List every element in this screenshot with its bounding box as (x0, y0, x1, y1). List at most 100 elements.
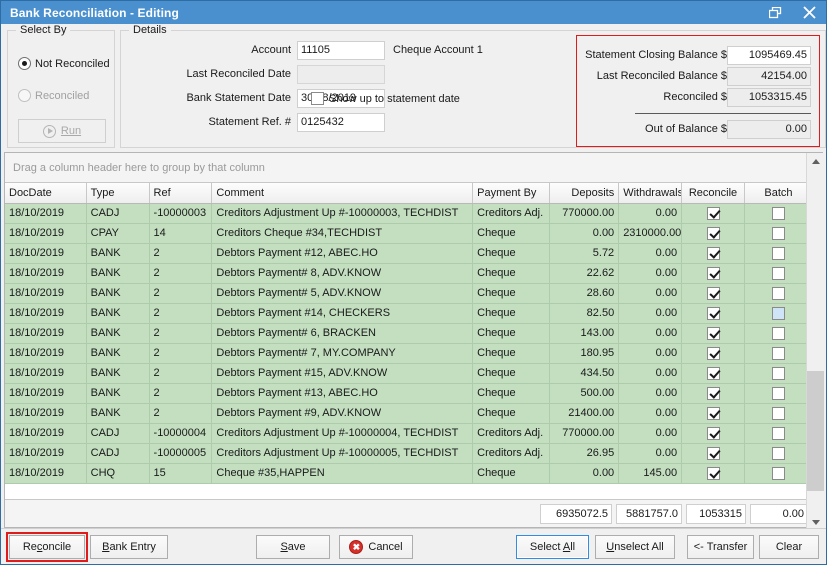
reconcile-checkbox[interactable] (707, 267, 720, 280)
grid-vertical-scrollbar[interactable] (806, 153, 823, 531)
radio-reconciled[interactable]: Reconciled (18, 89, 89, 102)
cell-batch[interactable] (744, 443, 812, 463)
show-up-to-statement-date-checkbox[interactable]: Show up to statement date (311, 92, 460, 105)
col-header-docdate[interactable]: DocDate (5, 183, 86, 203)
table-row[interactable]: 18/10/2019BANK2Debtors Payment #13, ABEC… (5, 383, 813, 403)
batch-checkbox[interactable] (772, 467, 785, 480)
table-row[interactable]: 18/10/2019BANK2Debtors Payment# 6, BRACK… (5, 323, 813, 343)
table-row[interactable]: 18/10/2019BANK2Debtors Payment #14, CHEC… (5, 303, 813, 323)
reconcile-checkbox[interactable] (707, 447, 720, 460)
col-header-comment[interactable]: Comment (212, 183, 473, 203)
statement-closing-balance-input[interactable]: 1095469.45 (727, 46, 811, 65)
cell-reconcile[interactable] (682, 363, 745, 383)
batch-checkbox[interactable] (772, 307, 785, 320)
batch-checkbox[interactable] (772, 407, 785, 420)
group-by-dropzone[interactable]: Drag a column header here to group by th… (5, 153, 822, 183)
cell-reconcile[interactable] (682, 203, 745, 223)
cell-batch[interactable] (744, 263, 812, 283)
batch-checkbox[interactable] (772, 287, 785, 300)
cell-reconcile[interactable] (682, 303, 745, 323)
cell-reconcile[interactable] (682, 343, 745, 363)
col-header-deposits[interactable]: Deposits (550, 183, 619, 203)
cancel-button[interactable]: ✖ Cancel (339, 535, 413, 559)
restore-icon[interactable] (758, 1, 792, 24)
table-row[interactable]: 18/10/2019BANK2Debtors Payment# 7, MY.CO… (5, 343, 813, 363)
batch-checkbox[interactable] (772, 387, 785, 400)
scrollbar-thumb[interactable] (807, 371, 824, 491)
batch-checkbox[interactable] (772, 447, 785, 460)
batch-checkbox[interactable] (772, 267, 785, 280)
reconcile-checkbox[interactable] (707, 247, 720, 260)
table-row[interactable]: 18/10/2019BANK2Debtors Payment #9, ADV.K… (5, 403, 813, 423)
cell-reconcile[interactable] (682, 383, 745, 403)
cell-batch[interactable] (744, 303, 812, 323)
col-header-ref[interactable]: Ref (149, 183, 212, 203)
account-input[interactable]: 11105 (297, 41, 385, 60)
cell-reconcile[interactable] (682, 403, 745, 423)
radio-not-reconciled[interactable]: Not Reconciled (18, 57, 110, 70)
unselect-all-button[interactable]: Unselect All (595, 535, 675, 559)
cell-batch[interactable] (744, 283, 812, 303)
cell-reconcile[interactable] (682, 283, 745, 303)
table-row[interactable]: 18/10/2019BANK2Debtors Payment# 5, ADV.K… (5, 283, 813, 303)
table-row[interactable]: 18/10/2019BANK2Debtors Payment #12, ABEC… (5, 243, 813, 263)
cell-reconcile[interactable] (682, 423, 745, 443)
cell-reconcile[interactable] (682, 443, 745, 463)
cell-batch[interactable] (744, 463, 812, 483)
cell-reconcile[interactable] (682, 263, 745, 283)
reconcile-checkbox[interactable] (707, 347, 720, 360)
table-row[interactable]: 18/10/2019CPAY14Creditors Cheque #34,TEC… (5, 223, 813, 243)
reconcile-checkbox[interactable] (707, 327, 720, 340)
batch-checkbox[interactable] (772, 327, 785, 340)
scroll-up-arrow-icon[interactable] (807, 153, 824, 170)
cell-reconcile[interactable] (682, 243, 745, 263)
cell-batch[interactable] (744, 383, 812, 403)
run-button[interactable]: Run (18, 119, 106, 143)
cell-reconcile[interactable] (682, 323, 745, 343)
select-all-button[interactable]: Select All (516, 535, 589, 559)
col-header-payment-by[interactable]: Payment By (473, 183, 550, 203)
batch-checkbox[interactable] (772, 207, 785, 220)
cell-batch[interactable] (744, 363, 812, 383)
col-header-reconcile[interactable]: Reconcile (682, 183, 745, 203)
statement-ref-input[interactable]: 0125432 (297, 113, 385, 132)
reconcile-button[interactable]: Reconcile (9, 535, 85, 559)
cell-batch[interactable] (744, 203, 812, 223)
table-row[interactable]: 18/10/2019BANK2Debtors Payment# 8, ADV.K… (5, 263, 813, 283)
batch-checkbox[interactable] (772, 247, 785, 260)
reconcile-checkbox[interactable] (707, 407, 720, 420)
reconcile-checkbox[interactable] (707, 227, 720, 240)
last-reconciled-date-input[interactable] (297, 65, 385, 84)
col-header-type[interactable]: Type (86, 183, 149, 203)
save-button[interactable]: Save (256, 535, 330, 559)
bank-entry-button[interactable]: Bank Entry (90, 535, 168, 559)
reconcile-checkbox[interactable] (707, 367, 720, 380)
table-row[interactable]: 18/10/2019CHQ15Cheque #35,HAPPENCheque0.… (5, 463, 813, 483)
table-row[interactable]: 18/10/2019BANK2Debtors Payment #15, ADV.… (5, 363, 813, 383)
reconcile-checkbox[interactable] (707, 307, 720, 320)
cell-batch[interactable] (744, 323, 812, 343)
close-icon[interactable] (792, 1, 826, 24)
reconcile-checkbox[interactable] (707, 427, 720, 440)
table-row[interactable]: 18/10/2019CADJ-10000003Creditors Adjustm… (5, 203, 813, 223)
cell-batch[interactable] (744, 243, 812, 263)
batch-checkbox[interactable] (772, 367, 785, 380)
reconcile-checkbox[interactable] (707, 467, 720, 480)
transfer-button[interactable]: <- Transfer (687, 535, 754, 559)
batch-checkbox[interactable] (772, 227, 785, 240)
cell-reconcile[interactable] (682, 463, 745, 483)
reconcile-checkbox[interactable] (707, 287, 720, 300)
table-row[interactable]: 18/10/2019CADJ-10000005Creditors Adjustm… (5, 443, 813, 463)
col-header-batch[interactable]: Batch (744, 183, 812, 203)
table-row[interactable]: 18/10/2019CADJ-10000004Creditors Adjustm… (5, 423, 813, 443)
col-header-withdrawals[interactable]: Withdrawals (619, 183, 682, 203)
batch-checkbox[interactable] (772, 347, 785, 360)
cell-batch[interactable] (744, 403, 812, 423)
batch-checkbox[interactable] (772, 427, 785, 440)
reconcile-checkbox[interactable] (707, 207, 720, 220)
reconcile-checkbox[interactable] (707, 387, 720, 400)
cell-batch[interactable] (744, 223, 812, 243)
cell-batch[interactable] (744, 423, 812, 443)
cell-batch[interactable] (744, 343, 812, 363)
cell-reconcile[interactable] (682, 223, 745, 243)
